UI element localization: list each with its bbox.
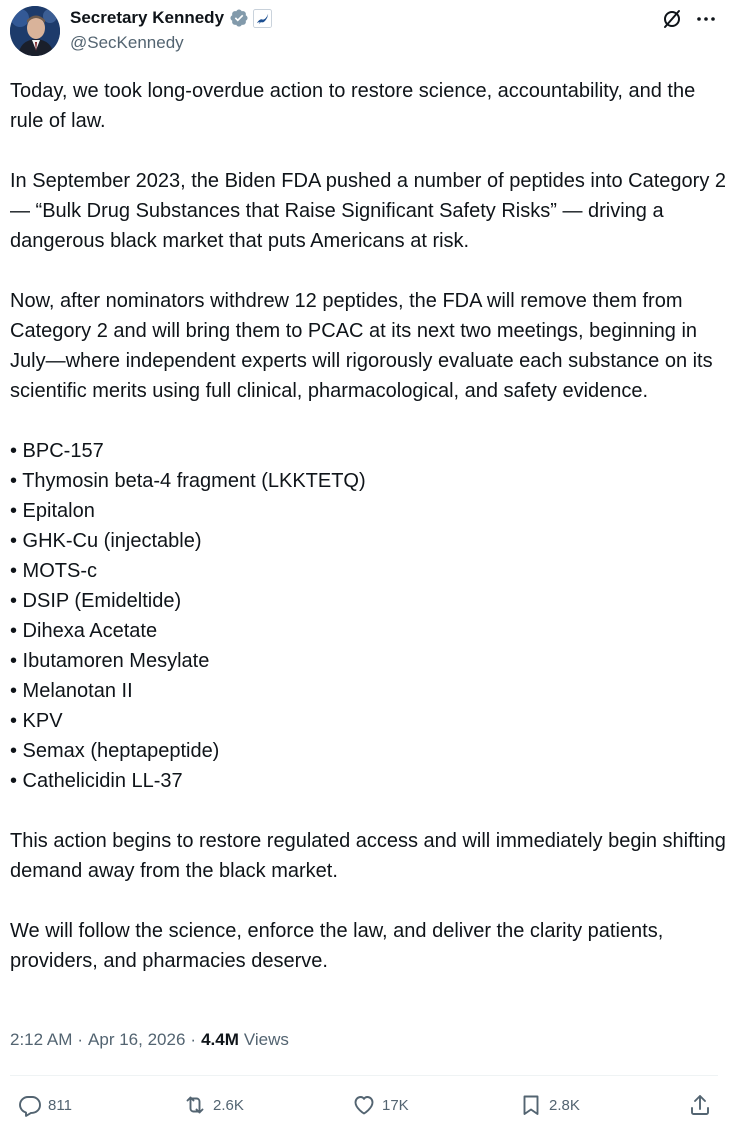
tweet-meta: 2:12 AM · Apr 16, 2026 · 4.4M Views xyxy=(10,1027,289,1053)
peptide-list-item: • Ibutamoren Mesylate xyxy=(10,650,210,672)
hhs-affiliation-icon[interactable] xyxy=(253,8,273,28)
bookmark-button[interactable]: 2.8K xyxy=(519,1088,580,1122)
tweet-paragraph: We will follow the science, enforce the … xyxy=(10,920,664,972)
peptide-list-item: • DSIP (Emideltide) xyxy=(10,590,182,612)
avatar[interactable] xyxy=(10,6,60,56)
peptide-list-item: • Semax (heptapeptide) xyxy=(10,740,220,762)
share-icon xyxy=(691,1095,709,1115)
views-label: Views xyxy=(243,1030,289,1049)
peptide-list-item: • Dihexa Acetate xyxy=(10,620,158,642)
like-count: 17K xyxy=(382,1096,409,1114)
peptide-list-item: • Epitalon xyxy=(10,500,95,522)
peptide-list-item: • KPV xyxy=(10,710,63,732)
tweet-paragraph: Now, after nominators withdrew 12 peptid… xyxy=(10,290,713,402)
action-bar: 811 2.6K 17K 2.8K xyxy=(0,1088,745,1122)
reply-count: 811 xyxy=(48,1096,72,1114)
peptide-list-item: • BPC-157 xyxy=(10,440,104,462)
repost-count: 2.6K xyxy=(213,1096,244,1114)
tweet-date[interactable]: Apr 16, 2026 xyxy=(88,1030,185,1050)
like-button[interactable]: 17K xyxy=(352,1088,409,1122)
reply-icon xyxy=(19,1096,41,1117)
repost-icon xyxy=(186,1096,204,1114)
peptide-list-item: • Thymosin beta-4 fragment (LKKTETQ) xyxy=(10,470,366,492)
name-row: Secretary Kennedy xyxy=(70,7,273,29)
tweet-header: Secretary Kennedy @SecKennedy xyxy=(0,0,745,62)
grok-icon[interactable] xyxy=(660,7,684,31)
views-count[interactable]: 4.4M xyxy=(201,1030,239,1050)
peptide-list-item: • Melanotan II xyxy=(10,680,133,702)
handle[interactable]: @SecKennedy xyxy=(70,33,184,53)
tweet-paragraph: In September 2023, the Biden FDA pushed … xyxy=(10,170,727,252)
repost-button[interactable]: 2.6K xyxy=(183,1088,244,1122)
tweet-paragraph: Today, we took long-overdue action to re… xyxy=(10,80,696,132)
tweet-text: Today, we took long-overdue action to re… xyxy=(10,76,730,976)
bookmark-count: 2.8K xyxy=(549,1096,580,1114)
peptide-list-item: • Cathelicidin LL-37 xyxy=(10,770,183,792)
bookmark-icon xyxy=(523,1095,539,1115)
display-name[interactable]: Secretary Kennedy xyxy=(70,8,224,28)
peptide-list-item: • GHK-Cu (injectable) xyxy=(10,530,202,552)
reply-button[interactable]: 811 xyxy=(18,1088,72,1122)
more-icon[interactable] xyxy=(694,7,718,31)
meta-separator: · xyxy=(77,1030,84,1049)
meta-separator: · xyxy=(190,1030,197,1049)
like-icon xyxy=(354,1096,374,1115)
tweet-paragraph: This action begins to restore regulated … xyxy=(10,830,726,882)
tweet-time[interactable]: 2:12 AM xyxy=(10,1030,72,1050)
peptide-list-item: • MOTS-c xyxy=(10,560,97,582)
divider xyxy=(10,1075,718,1076)
verified-badge-icon[interactable] xyxy=(229,8,249,28)
share-button[interactable] xyxy=(688,1088,712,1122)
